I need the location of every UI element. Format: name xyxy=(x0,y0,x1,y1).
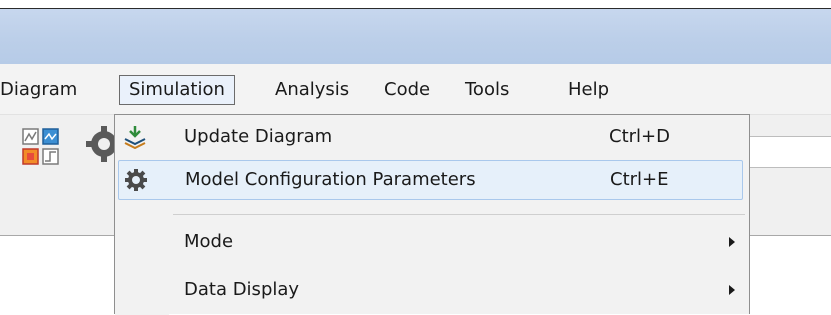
title-bar xyxy=(0,9,831,64)
menu-item-label: Mode xyxy=(184,231,234,252)
menu-analysis[interactable]: Analysis xyxy=(275,76,349,104)
gear-icon xyxy=(124,168,148,192)
menu-help[interactable]: Help xyxy=(568,76,609,104)
menu-simulation[interactable]: Simulation xyxy=(119,75,235,105)
simulation-menu-dropdown: Update Diagram Ctrl+D Model Configuratio… xyxy=(114,114,750,315)
update-diagram-icon xyxy=(123,125,147,150)
menu-item-update-diagram[interactable]: Update Diagram Ctrl+D xyxy=(115,117,749,157)
submenu-arrow-icon xyxy=(729,237,735,247)
menu-item-data-display[interactable]: Data Display xyxy=(115,270,749,310)
menu-separator xyxy=(173,214,745,215)
menu-bar: Diagram Simulation Analysis Code Tools H… xyxy=(0,64,831,115)
menu-item-label: Data Display xyxy=(184,279,300,300)
menu-code[interactable]: Code xyxy=(384,76,430,104)
menu-diagram[interactable]: Diagram xyxy=(0,76,77,104)
menu-item-mode[interactable]: Mode xyxy=(115,222,749,262)
menu-item-label: Update Diagram xyxy=(184,126,333,147)
menu-item-label: Model Configuration Parameters xyxy=(185,169,476,190)
library-browser-icon[interactable] xyxy=(22,128,62,168)
submenu-arrow-icon xyxy=(729,285,735,295)
menu-tools[interactable]: Tools xyxy=(465,76,509,104)
menu-item-shortcut: Ctrl+E xyxy=(610,169,669,190)
menu-item-model-configuration-parameters[interactable]: Model Configuration Parameters Ctrl+E xyxy=(118,160,743,200)
menu-item-shortcut: Ctrl+D xyxy=(609,126,670,147)
toolbar-input[interactable] xyxy=(742,136,831,168)
